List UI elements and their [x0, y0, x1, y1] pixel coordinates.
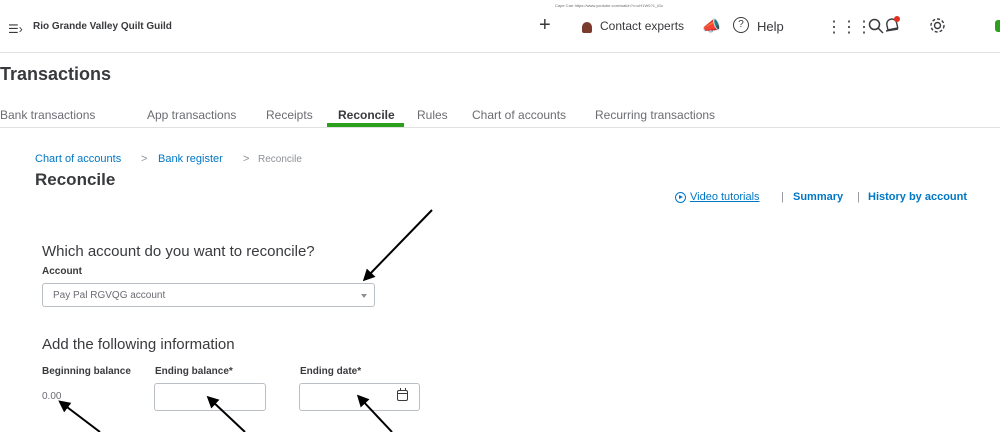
annotation-arrows — [58, 209, 433, 432]
annotation-arrow — [58, 400, 101, 432]
annotation-arrow — [206, 395, 246, 432]
annotation-arrow — [362, 209, 433, 282]
annotation-arrow — [356, 394, 393, 432]
